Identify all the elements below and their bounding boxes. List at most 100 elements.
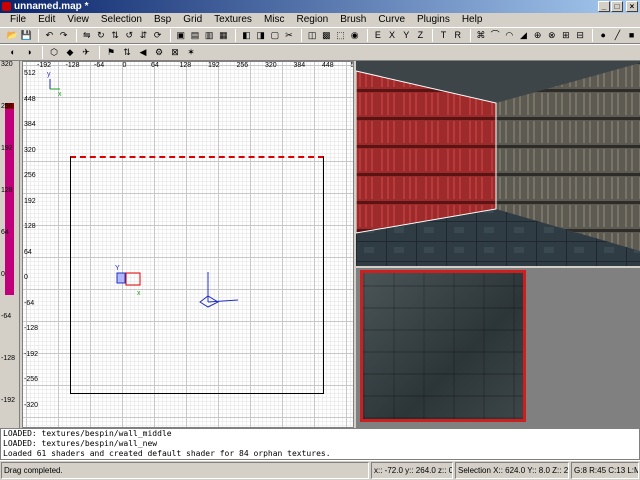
plugin-h-icon[interactable]: ◀ [136,46,150,60]
rotate-x-icon[interactable]: ↻ [95,29,107,43]
z-tick-label: -192 [1,397,16,404]
change-view-icon[interactable]: ◫ [306,29,318,43]
console-log: LOADED: textures/bespin/wall_middle LOADE… [0,428,640,460]
toolbar-separator [99,46,100,59]
weld-icon[interactable]: ⊕ [532,29,544,43]
menu-bar: File Edit View Selection Bsp Grid Textures Misc… [0,13,640,27]
menu-view[interactable]: View [61,13,95,27]
maximize-button[interactable]: □ [611,1,623,12]
save-icon[interactable]: 💾 [20,29,32,43]
plugin-b-icon[interactable]: ◑ [22,46,36,60]
xy-orthographic-view[interactable]: y x Y x -192 -128 -64 0 64 128 192 256 320 384 448… [22,61,354,428]
window-controls: _ □ × [598,1,638,12]
toolbar-separator [42,46,43,59]
camera-icon [116,272,126,284]
menu-file[interactable]: File [4,13,32,27]
open-icon[interactable]: 📂 [6,29,18,43]
csg-merge-icon[interactable]: ◨ [255,29,267,43]
y-tick-label: 512 [24,70,36,77]
plugin-i-icon[interactable]: ⚙ [152,46,166,60]
plugin-a-icon[interactable]: ◐ [6,46,20,60]
bevel-icon[interactable]: ◢ [517,29,529,43]
z-view[interactable]: 320 256 192 128 64 0 -64 -128 -192 [0,61,20,428]
close-button[interactable]: × [626,1,638,12]
menu-plugins[interactable]: Plugins [411,13,456,27]
cube-clip-icon[interactable]: ⬚ [334,29,346,43]
texture-lock-icon[interactable]: T [437,29,449,43]
toolbar-separator [432,29,434,42]
bend-icon[interactable]: ⌒ [489,29,501,43]
menu-bsp[interactable]: Bsp [148,13,177,27]
x-tick-label: 320 [265,62,277,69]
toolbar-separator [75,29,77,42]
y-tick-label: 64 [24,248,32,256]
toolbar-separator [38,29,40,42]
menu-brush[interactable]: Brush [334,13,372,27]
redo-icon[interactable]: ↷ [58,29,70,43]
camera-view-icon[interactable]: ◉ [349,29,361,43]
menu-misc[interactable]: Misc [258,13,291,27]
yz-icon[interactable]: Y [400,29,412,43]
menu-selection[interactable]: Selection [95,13,148,27]
status-message: Drag completed. [1,462,369,479]
entities-icon[interactable]: E [372,29,384,43]
menu-textures[interactable]: Textures [208,13,258,27]
menu-curve[interactable]: Curve [372,13,411,27]
toolbar-separator [169,29,171,42]
flip-z-icon[interactable]: ⇵ [137,29,149,43]
select-partial-icon[interactable]: ▥ [203,29,215,43]
plugin-d-icon[interactable]: ◆ [63,46,77,60]
z-tick-label: 0 [1,271,5,278]
patch-wire-icon[interactable]: ⊟ [574,29,586,43]
plugin-c-icon[interactable]: ⬡ [47,46,61,60]
x-tick-label: 448 [322,62,334,69]
plugin-f-icon[interactable]: ⚑ [104,46,118,60]
toolbar-separator [366,29,368,42]
menu-grid[interactable]: Grid [177,13,208,27]
clipper-icon[interactable]: ✂ [283,29,295,43]
patch-tess-icon[interactable]: ⊞ [560,29,572,43]
rotate-y-icon[interactable]: ↺ [123,29,135,43]
texture-browser[interactable] [356,268,640,428]
plugin-j-icon[interactable]: ⊠ [168,46,182,60]
minimize-button[interactable]: _ [598,1,610,12]
plugin-k-icon[interactable]: ✶ [184,46,198,60]
flip-y-icon[interactable]: ⇅ [109,29,121,43]
y-tick-label: -320 [24,401,39,409]
select-inside-icon[interactable]: ▦ [217,29,229,43]
z-tick-label: -64 [1,313,12,320]
undo-icon[interactable]: ↶ [43,29,55,43]
flip-x-icon[interactable]: ⇋ [81,29,93,43]
camera-frustum-icon [125,272,141,286]
console-line: LOADED: textures/bespin/wall_new [3,439,158,448]
axis-x-label: x [58,91,62,98]
select-complete-icon[interactable]: ▣ [175,29,187,43]
xy-icon[interactable]: X [386,29,398,43]
menu-region[interactable]: Region [291,13,335,27]
selected-texture-thumbnail[interactable] [360,270,526,422]
plugin-e-icon[interactable]: ✈ [79,46,93,60]
window-title: unnamed.map * [14,1,89,12]
app-icon [2,2,11,11]
cap-icon[interactable]: ◠ [503,29,515,43]
drill-icon[interactable]: ⊗ [546,29,558,43]
main-toolbar: 📂 💾 ↶ ↷ ⇋ ↻ ⇅ ↺ ⇵ ⟳ ▣ ▤ ▥ ▦ ◧ ◨ ▢ ✂ ◫ ▩ ⬚ ◉ E X Y Z T R ⌘ ⌒ ◠ ◢ ⊕ ⊗ ⊞ ⊟ ● ╱ ■ [0,27,640,44]
menu-help[interactable]: Help [456,13,489,27]
select-edges-icon[interactable]: ╱ [611,29,623,43]
y-tick-label: 0 [24,274,28,281]
plugin-g-icon[interactable]: ⇅ [120,46,134,60]
select-touching-icon[interactable]: ▤ [189,29,201,43]
select-vertices-icon[interactable]: ● [597,29,609,43]
hollow-icon[interactable]: ▢ [269,29,281,43]
rotate-z-icon[interactable]: ⟳ [152,29,164,43]
camera-view[interactable] [356,61,640,266]
y-tick-label: 256 [24,172,36,179]
plugin-icon[interactable]: ■ [626,29,638,43]
x-tick-label: 384 [293,62,306,69]
texture-view-icon[interactable]: ▩ [320,29,332,43]
xz-icon[interactable]: Z [414,29,426,43]
menu-edit[interactable]: Edit [32,13,61,27]
rotate-lock-icon[interactable]: R [452,29,464,43]
patch-icon[interactable]: ⌘ [475,29,487,43]
csg-subtract-icon[interactable]: ◧ [240,29,252,43]
